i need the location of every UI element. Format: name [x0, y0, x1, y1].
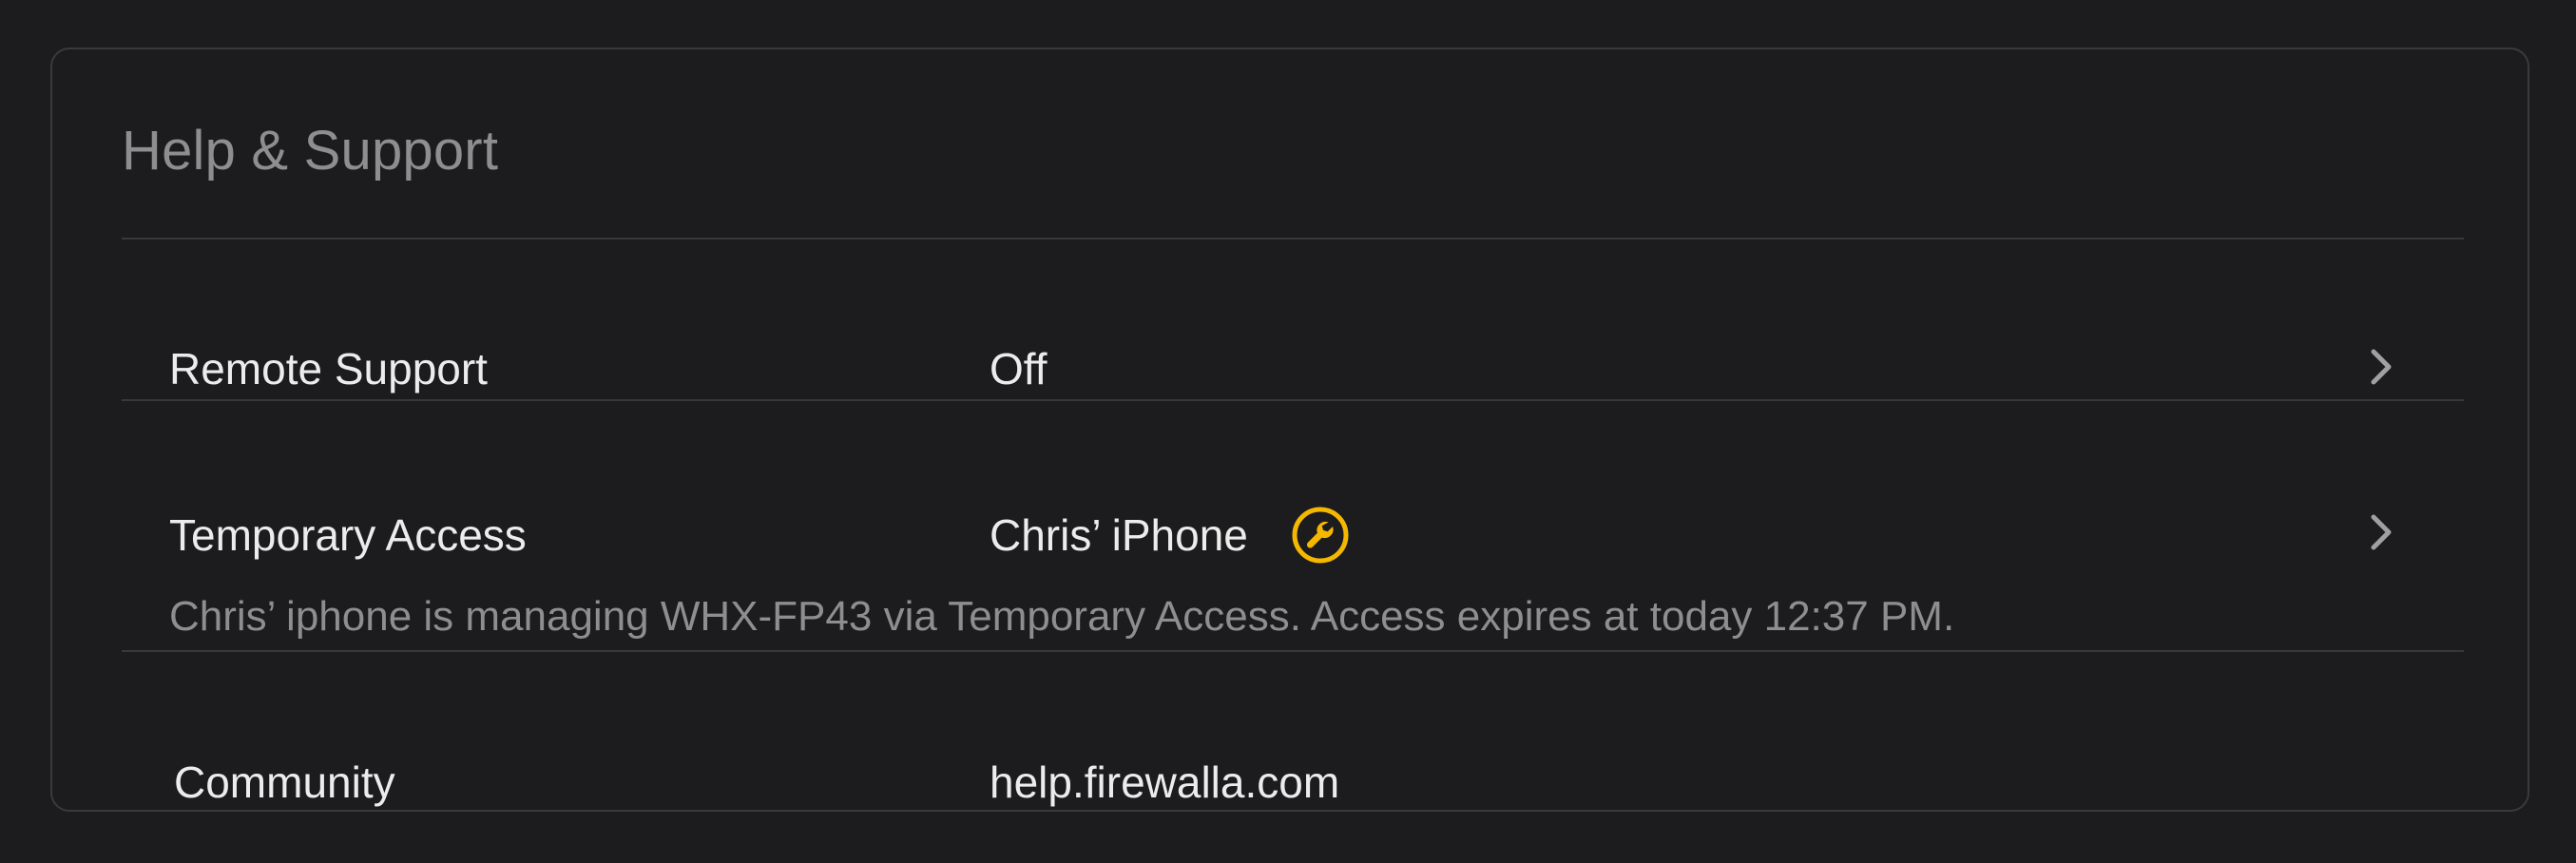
- wrench-icon: [1290, 505, 1351, 566]
- chevron-right-icon: [2362, 344, 2400, 390]
- temporary-access-value: Chris’ iPhone: [990, 510, 1248, 560]
- temporary-access-row[interactable]: Temporary Access Chris’ iPhone Chris’ ip…: [52, 401, 2528, 650]
- community-label: Community: [174, 758, 395, 807]
- chevron-right-icon: [2362, 509, 2400, 555]
- temporary-access-description: Chris’ iphone is managing WHX-FP43 via T…: [169, 593, 1955, 640]
- temporary-access-label: Temporary Access: [169, 510, 527, 560]
- help-support-card: Help & Support Remote Support Off Tempor…: [50, 48, 2529, 812]
- community-link[interactable]: help.firewalla.com: [990, 760, 1339, 804]
- community-row[interactable]: Community help.firewalla.com: [52, 652, 2528, 812]
- remote-support-value: Off: [990, 344, 1048, 393]
- section-title: Help & Support: [122, 120, 499, 182]
- remote-support-label: Remote Support: [169, 344, 488, 393]
